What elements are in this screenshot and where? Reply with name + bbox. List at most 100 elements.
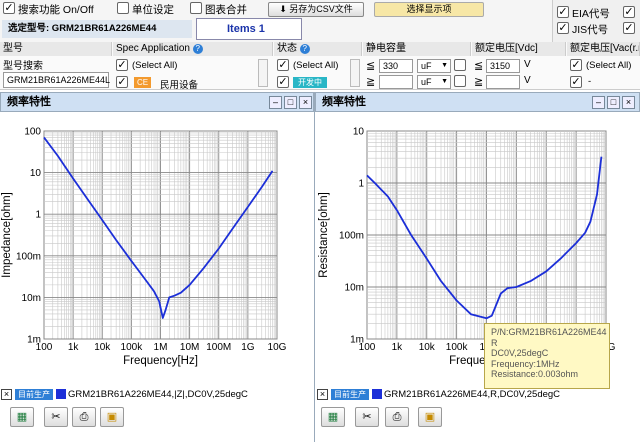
y-tick-label: 100m bbox=[339, 231, 364, 242]
filter-row: 型号 型号搜索 GRM21BR61A226ME44L Spec Applicat… bbox=[0, 42, 640, 91]
volt-value-input[interactable]: 3150 bbox=[486, 59, 520, 73]
tooltip-line: R bbox=[491, 337, 498, 348]
y-tick-label: 100m bbox=[16, 251, 41, 262]
y-tick-label: 1m bbox=[27, 335, 41, 346]
cap-filter-checkbox-1[interactable] bbox=[454, 59, 466, 71]
tools-button[interactable]: ✂ bbox=[44, 407, 68, 427]
vac-select-all-checkbox[interactable] bbox=[570, 59, 582, 71]
spec-select-all-label: (Select All) bbox=[132, 60, 178, 71]
cap-value-input[interactable]: 330 bbox=[379, 59, 413, 73]
image-export-button[interactable]: ▣ bbox=[100, 407, 124, 427]
help-icon[interactable]: ? bbox=[299, 44, 310, 54]
series-color-swatch bbox=[372, 389, 382, 400]
cap-filter-checkbox-2[interactable] bbox=[454, 75, 466, 87]
vac-item1-checkbox[interactable] bbox=[570, 76, 582, 88]
y-tick-label: 10m bbox=[22, 293, 41, 304]
series-color-swatch bbox=[56, 389, 66, 400]
eia-code-label: EIA代号 bbox=[572, 8, 610, 20]
legend-series-label: GRM21BR61A226ME44,|Z|,DC0V,25degC bbox=[68, 389, 248, 400]
impedance-chart[interactable]: 100 1k 10k 100k 1M 10M 100M 1G 10G100101100m10m1… bbox=[0, 113, 314, 383]
cap-op2: ≧ bbox=[366, 76, 376, 88]
volt-op2: ≧ bbox=[474, 76, 484, 88]
spec-select-all-checkbox[interactable] bbox=[116, 59, 128, 71]
col-voltage-header[interactable]: 额定电压[Vdc] bbox=[472, 42, 566, 56]
print-button[interactable]: ⎙ bbox=[385, 407, 409, 427]
spec-scrollbar[interactable] bbox=[258, 59, 268, 87]
volt-min-unit-label: V bbox=[524, 75, 531, 86]
status-item1-badge: 开发中 bbox=[293, 77, 327, 88]
y-axis-title: Resistance[ohm] bbox=[318, 192, 330, 278]
tooltip-line: Frequency:1MHz bbox=[491, 358, 560, 369]
volt-min-input[interactable] bbox=[486, 75, 520, 89]
data-point-tooltip: P/N:GRM21BR61A226ME44 R DC0V,25degC Freq… bbox=[484, 323, 610, 389]
col-model-header[interactable]: 型号 bbox=[0, 42, 112, 56]
select-display-button[interactable]: 选择显示项 bbox=[374, 2, 484, 17]
left-panel-header: 频率特性 – □ × bbox=[0, 92, 314, 112]
save-csv-button[interactable]: ⬇ 另存为CSV文件 bbox=[268, 2, 364, 17]
chart-merge-checkbox[interactable] bbox=[190, 2, 202, 14]
tools-button[interactable]: ✂ bbox=[355, 407, 379, 427]
col-spec-header[interactable]: Spec Application ? bbox=[113, 42, 273, 56]
print-button[interactable]: ⎙ bbox=[72, 407, 96, 427]
unit-setting-label: 单位设定 bbox=[132, 4, 174, 16]
chevron-down-icon: ▼ bbox=[441, 78, 448, 85]
image-icon: ▣ bbox=[106, 411, 118, 423]
image-icon: ▣ bbox=[424, 411, 436, 423]
x-tick-label: 10G bbox=[268, 342, 287, 353]
minimize-icon[interactable]: – bbox=[592, 96, 605, 109]
maximize-icon[interactable]: □ bbox=[284, 96, 297, 109]
panel-divider[interactable] bbox=[314, 92, 315, 442]
cap-unit-label: uF bbox=[421, 61, 432, 71]
search-toggle-checkbox[interactable] bbox=[3, 2, 15, 14]
col-capacitance-header[interactable]: 静电容量 bbox=[363, 42, 471, 56]
remove-series-icon[interactable]: × bbox=[1, 388, 12, 400]
legend-series-label: GRM21BR61A226ME44,R,DC0V,25degC bbox=[384, 389, 561, 400]
extra-option-checkbox-1[interactable] bbox=[623, 6, 635, 18]
chart-merge-label: 图表合并 bbox=[205, 4, 247, 16]
cap-op1: ≦ bbox=[366, 60, 376, 72]
volt-op1: ≦ bbox=[474, 60, 484, 72]
x-tick-label: 10k bbox=[419, 342, 436, 353]
maximize-icon[interactable]: □ bbox=[607, 96, 620, 109]
model-search-label: 型号搜索 bbox=[3, 61, 43, 72]
model-search-input[interactable]: GRM21BR61A226ME44L bbox=[3, 72, 110, 88]
cap-min-input[interactable] bbox=[379, 75, 413, 89]
tooltip-line: DC0V,25degC bbox=[491, 348, 549, 359]
items-count-box: Items 1 bbox=[196, 18, 302, 40]
right-legend: × 目前生产 GRM21BR61A226ME44,R,DC0V,25degC bbox=[317, 388, 560, 402]
chevron-down-icon: ▼ bbox=[441, 62, 448, 69]
excel-icon: ▦ bbox=[16, 411, 28, 423]
search-toggle-label: 搜索功能 On/Off bbox=[18, 4, 94, 16]
jis-code-checkbox[interactable] bbox=[557, 22, 569, 34]
status-scrollbar[interactable] bbox=[350, 59, 360, 87]
excel-icon: ▦ bbox=[327, 411, 339, 423]
x-tick-label: 100k bbox=[121, 342, 144, 353]
y-axis-title: Impedance[ohm] bbox=[1, 192, 13, 278]
cap-unit-select[interactable]: uF ▼ bbox=[417, 59, 451, 73]
spec-item1-checkbox[interactable] bbox=[116, 76, 128, 88]
col-voltage-ac-header[interactable]: 额定电压[Vac(r.m bbox=[567, 42, 640, 56]
status-select-all-checkbox[interactable] bbox=[277, 59, 289, 71]
jis-code-label: JIS代号 bbox=[572, 24, 609, 36]
cap-unit-label: uF bbox=[421, 77, 432, 87]
eia-code-checkbox[interactable] bbox=[557, 6, 569, 18]
excel-export-button[interactable]: ▦ bbox=[321, 407, 345, 427]
remove-series-icon[interactable]: × bbox=[317, 388, 328, 400]
col-status-header[interactable]: 状态 ? bbox=[274, 42, 362, 56]
close-icon[interactable]: × bbox=[622, 96, 635, 109]
minimize-icon[interactable]: – bbox=[269, 96, 282, 109]
close-icon[interactable]: × bbox=[299, 96, 312, 109]
x-tick-label: 100M bbox=[206, 342, 231, 353]
unit-setting-checkbox[interactable] bbox=[117, 2, 129, 14]
tooltip-line: P/N:GRM21BR61A226ME44 bbox=[491, 327, 607, 337]
status-item1-checkbox[interactable] bbox=[277, 76, 289, 88]
image-export-button[interactable]: ▣ bbox=[418, 407, 442, 427]
y-tick-label: 100 bbox=[24, 127, 41, 138]
x-tick-label: 10M bbox=[180, 342, 199, 353]
extra-option-checkbox-2[interactable] bbox=[623, 22, 635, 34]
x-tick-label: 100k bbox=[446, 342, 469, 353]
help-icon[interactable]: ? bbox=[192, 44, 203, 54]
save-csv-label: 另存为CSV文件 bbox=[289, 4, 353, 14]
cap-min-unit-select[interactable]: uF ▼ bbox=[417, 75, 451, 89]
excel-export-button[interactable]: ▦ bbox=[10, 407, 34, 427]
